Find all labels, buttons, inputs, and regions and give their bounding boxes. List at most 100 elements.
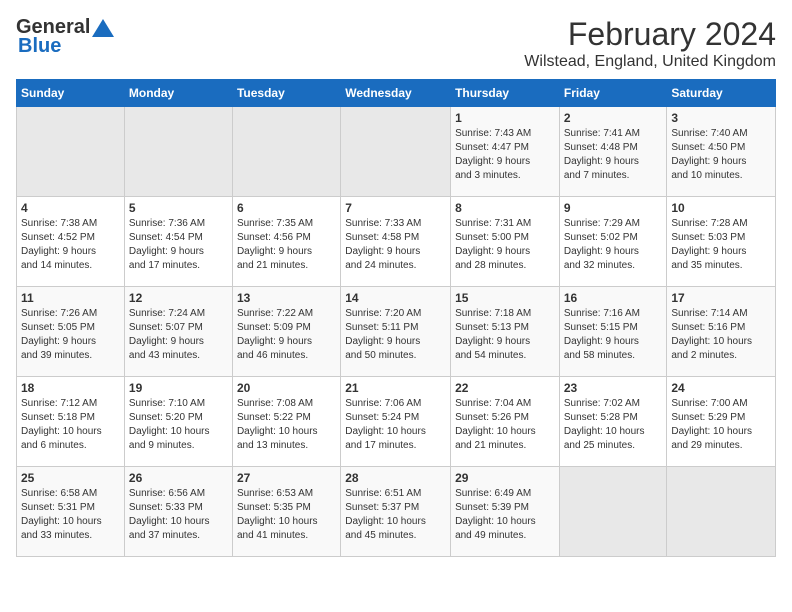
day-info: Sunrise: 7:35 AM Sunset: 4:56 PM Dayligh…	[237, 217, 336, 273]
day-number: 21	[345, 381, 446, 395]
day-number: 12	[129, 291, 228, 305]
day-number: 11	[21, 291, 120, 305]
day-number: 18	[21, 381, 120, 395]
day-number: 29	[455, 471, 555, 485]
day-cell: 8 Sunrise: 7:31 AM Sunset: 5:00 PM Daylig…	[451, 197, 560, 287]
day-cell	[559, 467, 667, 557]
day-cell: 23 Sunrise: 7:02 AM Sunset: 5:28 PM Dayli…	[559, 377, 667, 467]
day-cell: 18 Sunrise: 7:12 AM Sunset: 5:18 PM Dayli…	[17, 377, 125, 467]
day-number: 5	[129, 201, 228, 215]
header-cell-tuesday: Tuesday	[232, 80, 340, 107]
day-number: 10	[671, 201, 771, 215]
day-number: 3	[671, 111, 771, 125]
day-cell: 3 Sunrise: 7:40 AM Sunset: 4:50 PM Daylig…	[667, 107, 776, 197]
day-cell: 24Sunrise: 7:00 AM Sunset: 5:29 PM Dayli…	[667, 377, 776, 467]
day-info: Sunrise: 7:18 AM Sunset: 5:13 PM Dayligh…	[455, 307, 555, 363]
day-info: Sunrise: 6:56 AM Sunset: 5:33 PM Dayligh…	[129, 487, 228, 543]
day-cell: 11 Sunrise: 7:26 AM Sunset: 5:05 PM Dayli…	[17, 287, 125, 377]
week-row-1: 1 Sunrise: 7:43 AM Sunset: 4:47 PM Daylig…	[17, 107, 776, 197]
title-section: February 2024 Wilstead, England, United …	[524, 16, 776, 71]
week-row-3: 11 Sunrise: 7:26 AM Sunset: 5:05 PM Dayli…	[17, 287, 776, 377]
day-cell: 9 Sunrise: 7:29 AM Sunset: 5:02 PM Daylig…	[559, 197, 667, 287]
header-cell-monday: Monday	[124, 80, 232, 107]
header-cell-sunday: Sunday	[17, 80, 125, 107]
day-info: Sunrise: 6:58 AM Sunset: 5:31 PM Dayligh…	[21, 487, 120, 543]
day-info: Sunrise: 7:36 AM Sunset: 4:54 PM Dayligh…	[129, 217, 228, 273]
day-number: 16	[564, 291, 663, 305]
day-number: 14	[345, 291, 446, 305]
day-cell: 5 Sunrise: 7:36 AM Sunset: 4:54 PM Daylig…	[124, 197, 232, 287]
day-cell: 15 Sunrise: 7:18 AM Sunset: 5:13 PM Dayli…	[451, 287, 560, 377]
day-info: Sunrise: 7:16 AM Sunset: 5:15 PM Dayligh…	[564, 307, 663, 363]
day-info: Sunrise: 7:26 AM Sunset: 5:05 PM Dayligh…	[21, 307, 120, 363]
week-row-2: 4Sunrise: 7:38 AM Sunset: 4:52 PM Daylig…	[17, 197, 776, 287]
day-number: 22	[455, 381, 555, 395]
day-number: 20	[237, 381, 336, 395]
day-number: 17	[671, 291, 771, 305]
month-title: February 2024	[524, 16, 776, 53]
day-info: Sunrise: 7:12 AM Sunset: 5:18 PM Dayligh…	[21, 397, 120, 453]
day-cell: 12 Sunrise: 7:24 AM Sunset: 5:07 PM Dayli…	[124, 287, 232, 377]
day-info: Sunrise: 7:33 AM Sunset: 4:58 PM Dayligh…	[345, 217, 446, 273]
day-cell: 21 Sunrise: 7:06 AM Sunset: 5:24 PM Dayli…	[341, 377, 451, 467]
day-number: 9	[564, 201, 663, 215]
day-info: Sunrise: 7:43 AM Sunset: 4:47 PM Dayligh…	[455, 127, 555, 183]
day-cell: 6 Sunrise: 7:35 AM Sunset: 4:56 PM Daylig…	[232, 197, 340, 287]
day-number: 1	[455, 111, 555, 125]
day-cell: 27 Sunrise: 6:53 AM Sunset: 5:35 PM Dayli…	[232, 467, 340, 557]
day-cell: 13Sunrise: 7:22 AM Sunset: 5:09 PM Dayli…	[232, 287, 340, 377]
day-cell: 14 Sunrise: 7:20 AM Sunset: 5:11 PM Dayli…	[341, 287, 451, 377]
day-info: Sunrise: 7:08 AM Sunset: 5:22 PM Dayligh…	[237, 397, 336, 453]
day-number: 28	[345, 471, 446, 485]
day-info: Sunrise: 7:02 AM Sunset: 5:28 PM Dayligh…	[564, 397, 663, 453]
week-row-5: 25 Sunrise: 6:58 AM Sunset: 5:31 PM Dayli…	[17, 467, 776, 557]
day-info: Sunrise: 7:20 AM Sunset: 5:11 PM Dayligh…	[345, 307, 446, 363]
day-number: 19	[129, 381, 228, 395]
day-info: Sunrise: 7:14 AM Sunset: 5:16 PM Dayligh…	[671, 307, 771, 363]
day-cell: 16 Sunrise: 7:16 AM Sunset: 5:15 PM Dayli…	[559, 287, 667, 377]
header-cell-friday: Friday	[559, 80, 667, 107]
day-info: Sunrise: 7:04 AM Sunset: 5:26 PM Dayligh…	[455, 397, 555, 453]
day-number: 6	[237, 201, 336, 215]
day-cell	[232, 107, 340, 197]
day-cell: 7Sunrise: 7:33 AM Sunset: 4:58 PM Daylig…	[341, 197, 451, 287]
page-header: General Blue February 2024 Wilstead, Eng…	[16, 16, 776, 71]
header-cell-wednesday: Wednesday	[341, 80, 451, 107]
week-row-4: 18 Sunrise: 7:12 AM Sunset: 5:18 PM Dayli…	[17, 377, 776, 467]
day-cell: 1 Sunrise: 7:43 AM Sunset: 4:47 PM Daylig…	[451, 107, 560, 197]
day-number: 8	[455, 201, 555, 215]
day-cell: 2 Sunrise: 7:41 AM Sunset: 4:48 PM Daylig…	[559, 107, 667, 197]
day-info: Sunrise: 7:24 AM Sunset: 5:07 PM Dayligh…	[129, 307, 228, 363]
day-number: 26	[129, 471, 228, 485]
day-number: 27	[237, 471, 336, 485]
day-number: 2	[564, 111, 663, 125]
day-info: Sunrise: 7:31 AM Sunset: 5:00 PM Dayligh…	[455, 217, 555, 273]
day-info: Sunrise: 7:06 AM Sunset: 5:24 PM Dayligh…	[345, 397, 446, 453]
day-info: Sunrise: 7:22 AM Sunset: 5:09 PM Dayligh…	[237, 307, 336, 363]
day-info: Sunrise: 7:29 AM Sunset: 5:02 PM Dayligh…	[564, 217, 663, 273]
day-info: Sunrise: 6:51 AM Sunset: 5:37 PM Dayligh…	[345, 487, 446, 543]
location-title: Wilstead, England, United Kingdom	[524, 53, 776, 71]
logo-icon	[92, 17, 114, 39]
day-cell	[667, 467, 776, 557]
day-cell: 4Sunrise: 7:38 AM Sunset: 4:52 PM Daylig…	[17, 197, 125, 287]
day-number: 23	[564, 381, 663, 395]
day-cell: 26 Sunrise: 6:56 AM Sunset: 5:33 PM Dayli…	[124, 467, 232, 557]
day-cell: 20 Sunrise: 7:08 AM Sunset: 5:22 PM Dayli…	[232, 377, 340, 467]
logo: General Blue	[16, 16, 114, 58]
day-cell: 25 Sunrise: 6:58 AM Sunset: 5:31 PM Dayli…	[17, 467, 125, 557]
day-number: 25	[21, 471, 120, 485]
day-info: Sunrise: 7:00 AM Sunset: 5:29 PM Dayligh…	[671, 397, 771, 453]
day-info: Sunrise: 7:10 AM Sunset: 5:20 PM Dayligh…	[129, 397, 228, 453]
day-info: Sunrise: 7:41 AM Sunset: 4:48 PM Dayligh…	[564, 127, 663, 183]
day-info: Sunrise: 7:28 AM Sunset: 5:03 PM Dayligh…	[671, 217, 771, 273]
day-info: Sunrise: 7:40 AM Sunset: 4:50 PM Dayligh…	[671, 127, 771, 183]
day-number: 15	[455, 291, 555, 305]
header-cell-thursday: Thursday	[451, 80, 560, 107]
day-info: Sunrise: 6:53 AM Sunset: 5:35 PM Dayligh…	[237, 487, 336, 543]
day-cell: 19 Sunrise: 7:10 AM Sunset: 5:20 PM Dayli…	[124, 377, 232, 467]
day-cell	[341, 107, 451, 197]
day-cell: 29 Sunrise: 6:49 AM Sunset: 5:39 PM Dayli…	[451, 467, 560, 557]
header-cell-saturday: Saturday	[667, 80, 776, 107]
day-info: Sunrise: 6:49 AM Sunset: 5:39 PM Dayligh…	[455, 487, 555, 543]
